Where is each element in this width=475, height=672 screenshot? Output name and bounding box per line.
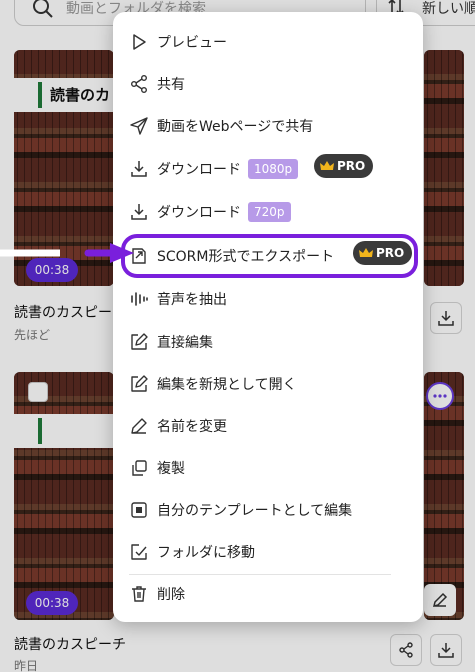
context-menu: プレビュー 共有 動画をWebページで共有 ダウンロード 1080p PRO ダ… xyxy=(113,12,423,622)
menu-item-preview[interactable]: プレビュー xyxy=(113,22,423,62)
menu-item-rename[interactable]: 名前を変更 xyxy=(113,406,423,446)
menu-item-label: 複製 xyxy=(157,461,185,477)
menu-item-label: 直接編集 xyxy=(157,335,213,351)
send-icon xyxy=(130,117,148,135)
menu-item-move-to-folder[interactable]: フォルダに移動 xyxy=(113,532,423,572)
pro-badge: PRO xyxy=(314,154,374,178)
menu-item-label: 自分のテンプレートとして編集 xyxy=(157,503,353,519)
menu-item-label: ダウンロード xyxy=(157,162,241,178)
duplicate-icon xyxy=(132,460,147,476)
menu-item-label: 動画をWebページで共有 xyxy=(157,119,314,135)
crown-icon xyxy=(320,161,334,170)
menu-item-download-720p[interactable]: ダウンロード 720p xyxy=(113,192,423,232)
trash-icon xyxy=(132,586,146,602)
audio-wave-icon xyxy=(131,292,148,306)
menu-item-label: 音声を抽出 xyxy=(157,292,227,308)
menu-item-edit-as-template[interactable]: 自分のテンプレートとして編集 xyxy=(113,490,423,530)
menu-item-delete[interactable]: 削除 xyxy=(113,574,423,614)
menu-item-label: 編集を新規として開く xyxy=(157,377,297,393)
play-icon xyxy=(133,34,146,50)
menu-item-direct-edit[interactable]: 直接編集 xyxy=(113,322,423,362)
highlight-frame xyxy=(121,234,418,278)
resolution-badge: 1080p xyxy=(248,159,299,179)
menu-item-edit-as-new[interactable]: 編集を新規として開く xyxy=(113,364,423,404)
menu-item-extract-audio[interactable]: 音声を抽出 xyxy=(113,279,423,319)
menu-item-share-webpage[interactable]: 動画をWebページで共有 xyxy=(113,106,423,146)
resolution-badge: 720p xyxy=(248,202,291,222)
download-icon xyxy=(131,161,147,177)
pencil-icon xyxy=(131,418,147,434)
menu-item-share[interactable]: 共有 xyxy=(113,64,423,104)
template-icon xyxy=(131,502,147,518)
menu-item-label: 名前を変更 xyxy=(157,419,227,435)
arrow-icon xyxy=(0,243,134,263)
menu-item-label: プレビュー xyxy=(157,35,227,51)
menu-item-duplicate[interactable]: 複製 xyxy=(113,448,423,488)
menu-item-label: フォルダに移動 xyxy=(157,545,255,561)
menu-item-label: 削除 xyxy=(157,587,185,603)
edit-copy-icon xyxy=(131,375,148,392)
pro-label: PRO xyxy=(337,159,366,173)
move-folder-icon xyxy=(131,544,147,560)
download-icon xyxy=(131,204,147,220)
menu-item-download-1080p[interactable]: ダウンロード 1080p PRO xyxy=(113,149,423,189)
menu-item-label: 共有 xyxy=(157,77,185,93)
menu-item-label: ダウンロード xyxy=(157,205,241,221)
edit-icon xyxy=(131,333,148,350)
share-icon xyxy=(131,75,147,93)
